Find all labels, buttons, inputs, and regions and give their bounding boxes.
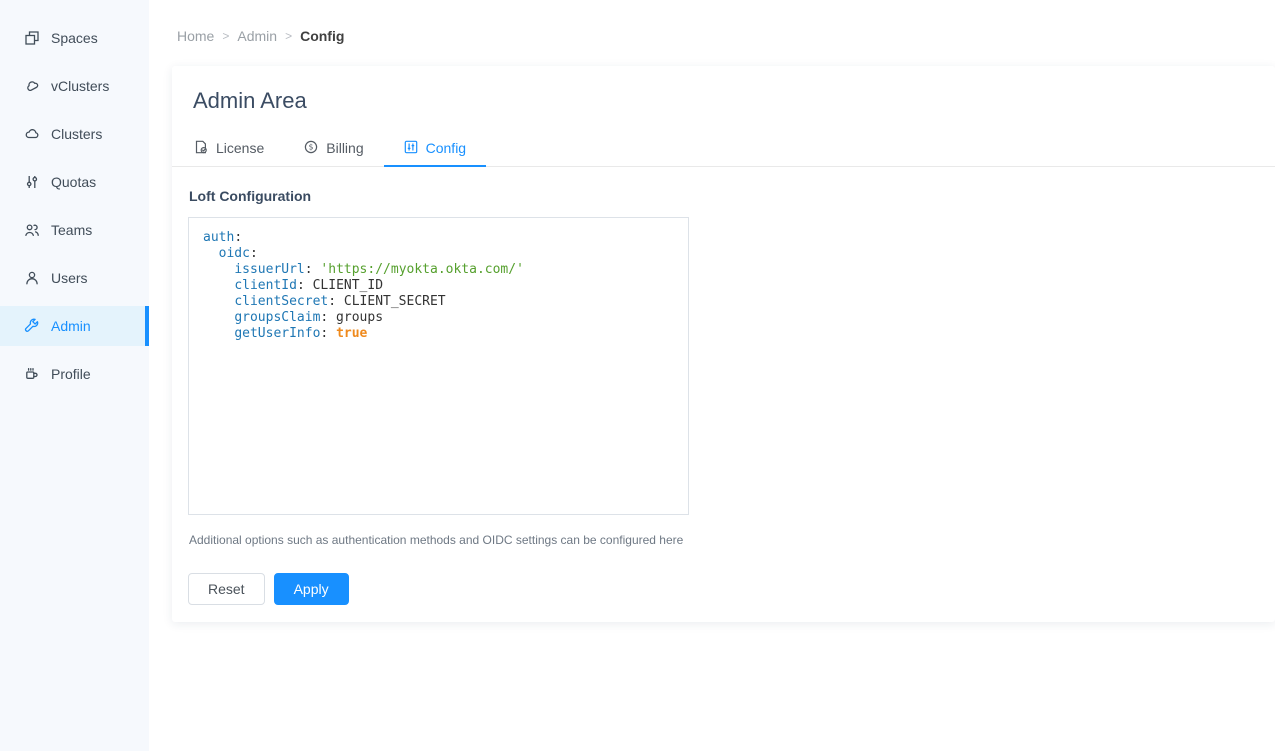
yaml-code: auth: oidc: issuerUrl: 'https://myokta.o… xyxy=(203,230,680,342)
sidebar-item-label: Teams xyxy=(51,222,92,238)
breadcrumb-separator: > xyxy=(285,29,292,43)
tab-label: Billing xyxy=(326,140,363,156)
app-root: Spaces vClusters Clusters xyxy=(0,0,1275,751)
sidebar-item-label: Users xyxy=(51,270,88,286)
sidebar-item-admin[interactable]: Admin xyxy=(0,306,149,346)
config-tab-content: Loft Configuration auth: oidc: issuerUrl… xyxy=(172,167,1275,605)
sidebar-item-teams[interactable]: Teams xyxy=(0,210,149,250)
sidebar-item-users[interactable]: Users xyxy=(0,258,149,298)
reset-button[interactable]: Reset xyxy=(188,573,265,605)
billing-icon: $ xyxy=(304,140,318,157)
sidebar-item-profile[interactable]: Profile xyxy=(0,354,149,394)
spaces-icon xyxy=(24,30,40,46)
sidebar-item-label: Admin xyxy=(51,318,91,334)
admin-area-card: Admin Area License xyxy=(172,66,1275,622)
tab-label: License xyxy=(216,140,264,156)
button-row: Reset Apply xyxy=(188,573,1259,605)
breadcrumb-home[interactable]: Home xyxy=(177,28,214,44)
tab-config[interactable]: Config xyxy=(384,130,486,166)
sidebar-item-quotas[interactable]: Quotas xyxy=(0,162,149,202)
section-heading: Loft Configuration xyxy=(189,188,1259,204)
breadcrumb: Home > Admin > Config xyxy=(149,0,1275,44)
sidebar-item-label: Quotas xyxy=(51,174,96,190)
sidebar-item-label: vClusters xyxy=(51,78,109,94)
tab-label: Config xyxy=(426,140,466,156)
users-icon xyxy=(24,270,40,286)
apply-button[interactable]: Apply xyxy=(274,573,349,605)
sidebar-item-clusters[interactable]: Clusters xyxy=(0,114,149,154)
quotas-icon xyxy=(24,174,40,190)
sidebar-item-label: Clusters xyxy=(51,126,102,142)
clusters-icon xyxy=(24,126,40,142)
license-icon xyxy=(194,140,208,157)
main-area: Home > Admin > Config Admin Area Licen xyxy=(149,0,1275,751)
tab-billing[interactable]: $ Billing xyxy=(284,130,383,166)
breadcrumb-admin[interactable]: Admin xyxy=(237,28,277,44)
tab-bar: License $ Billing xyxy=(172,130,1275,167)
help-text: Additional options such as authenticatio… xyxy=(189,533,1259,547)
sidebar-item-vclusters[interactable]: vClusters xyxy=(0,66,149,106)
sidebar-item-label: Spaces xyxy=(51,30,98,46)
svg-text:$: $ xyxy=(309,142,314,151)
vclusters-icon xyxy=(24,78,40,94)
teams-icon xyxy=(24,222,40,238)
config-icon xyxy=(404,140,418,157)
breadcrumb-config: Config xyxy=(300,28,344,44)
sidebar-item-spaces[interactable]: Spaces xyxy=(0,18,149,58)
sidebar: Spaces vClusters Clusters xyxy=(0,0,149,751)
profile-icon xyxy=(24,366,40,382)
breadcrumb-separator: > xyxy=(222,29,229,43)
sidebar-item-label: Profile xyxy=(51,366,91,382)
admin-icon xyxy=(24,318,40,334)
tab-license[interactable]: License xyxy=(174,130,284,166)
page-title: Admin Area xyxy=(172,66,1275,116)
config-code-editor[interactable]: auth: oidc: issuerUrl: 'https://myokta.o… xyxy=(188,217,689,515)
